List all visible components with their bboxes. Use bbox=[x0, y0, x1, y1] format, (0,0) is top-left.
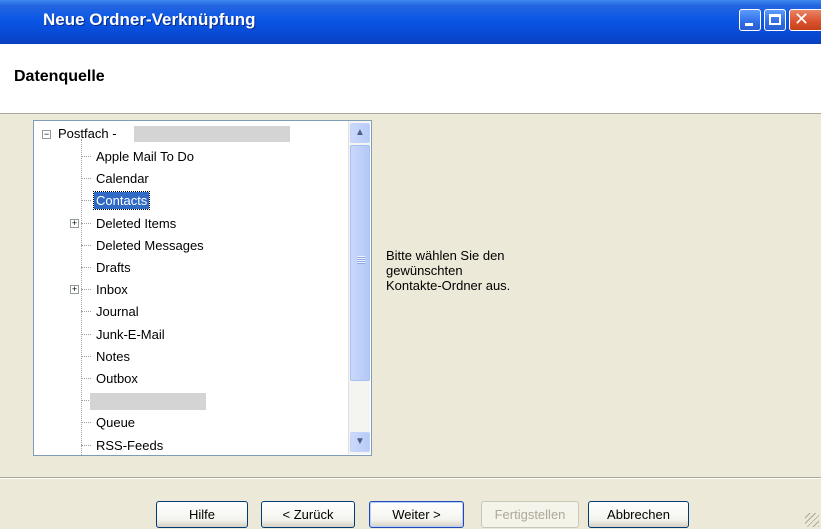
tree-branch-line bbox=[81, 200, 91, 202]
instruction-line: gewünschten bbox=[386, 263, 463, 278]
tree-item[interactable]: Queue bbox=[34, 412, 346, 434]
tree-item-label: Calendar bbox=[96, 171, 149, 187]
tree-branch-line bbox=[81, 178, 91, 180]
next-button[interactable]: Weiter > bbox=[369, 501, 464, 528]
instruction-line: Bitte wählen Sie den bbox=[386, 248, 505, 263]
tree-root-label: Postfach - bbox=[58, 126, 117, 141]
tree-item[interactable] bbox=[34, 390, 346, 412]
expand-icon[interactable]: + bbox=[70, 218, 79, 228]
close-icon: ✕ bbox=[794, 9, 810, 29]
minimize-icon bbox=[745, 23, 753, 26]
tree-item-label: Apple Mail To Do bbox=[96, 149, 195, 164]
tree-branch-line bbox=[81, 289, 91, 291]
tree-item[interactable]: RSS-Feeds bbox=[34, 435, 346, 455]
grip-icon bbox=[357, 256, 365, 264]
resize-grip-icon[interactable] bbox=[805, 513, 819, 527]
tree-item[interactable]: Drafts bbox=[34, 257, 346, 279]
tree-scrollbar[interactable]: ▲ ▼ bbox=[348, 121, 370, 454]
scroll-thumb[interactable] bbox=[350, 145, 370, 381]
maximize-icon bbox=[769, 14, 781, 25]
finish-button[interactable]: Fertigstellen bbox=[481, 501, 579, 528]
minimize-button[interactable] bbox=[739, 9, 761, 31]
tree-branch-line bbox=[81, 244, 91, 246]
tree-item-label: Inbox bbox=[96, 282, 128, 298]
tree-item-label: Contacts bbox=[92, 191, 151, 211]
tree-branch-line bbox=[81, 222, 91, 224]
tree-item[interactable]: Outbox bbox=[34, 368, 346, 390]
scroll-down-button[interactable]: ▼ bbox=[350, 432, 370, 452]
arrow-down-icon: ▼ bbox=[355, 436, 365, 447]
footer-divider bbox=[0, 477, 821, 479]
tree-item[interactable]: + Inbox bbox=[34, 279, 346, 301]
tree-branch-line bbox=[81, 444, 91, 446]
tree-branch-line bbox=[81, 422, 91, 424]
wizard-header: Datenquelle bbox=[0, 44, 821, 114]
redacted-account-name bbox=[134, 126, 290, 142]
collapse-icon[interactable]: − bbox=[42, 130, 51, 139]
cancel-button[interactable]: Abbrechen bbox=[588, 501, 689, 528]
folder-tree[interactable]: − Postfach - Apple Mail To Do Calendar Con… bbox=[33, 120, 372, 456]
tree-branch-line bbox=[81, 355, 91, 357]
instruction-text: Bitte wählen Sie den gewünschten Kontakt… bbox=[386, 248, 606, 293]
tree-item-label: Deleted Messages bbox=[96, 237, 204, 253]
dialog-window: Neue Ordner-Verknüpfung ✕ Datenquelle − … bbox=[0, 0, 821, 529]
tree-item-label: Journal bbox=[96, 304, 139, 320]
tree-branch-line bbox=[81, 378, 91, 379]
expand-icon[interactable]: + bbox=[70, 285, 79, 295]
tree-item-label: RSS-Feeds bbox=[96, 437, 164, 453]
tree-item-label: Outbox bbox=[96, 371, 138, 386]
arrow-up-icon: ▲ bbox=[355, 127, 365, 138]
tree-branch-line bbox=[81, 267, 91, 268]
tree-item[interactable]: Notes bbox=[34, 346, 346, 368]
tree-branch-line bbox=[81, 333, 91, 335]
tree-item[interactable]: Apple Mail To Do bbox=[34, 146, 346, 168]
scroll-up-button[interactable]: ▲ bbox=[350, 123, 370, 143]
tree-item[interactable]: Junk-E-Mail bbox=[34, 324, 346, 346]
tree-item-label: Drafts bbox=[96, 260, 131, 275]
close-button[interactable]: ✕ bbox=[789, 9, 821, 31]
tree-root[interactable]: − Postfach - bbox=[34, 123, 354, 145]
tree-branch-line bbox=[81, 156, 91, 157]
tree-item[interactable]: Journal bbox=[34, 301, 346, 323]
back-button[interactable]: < Zurück bbox=[261, 501, 355, 528]
tree-item-label: Junk-E-Mail bbox=[96, 326, 165, 342]
maximize-button[interactable] bbox=[764, 9, 786, 31]
tree-item-label: Deleted Items bbox=[96, 215, 177, 231]
window-title: Neue Ordner-Verknüpfung bbox=[43, 10, 256, 29]
tree-item-label: Notes bbox=[96, 348, 130, 364]
instruction-line: Kontakte-Ordner aus. bbox=[386, 278, 511, 293]
redacted-folder-name bbox=[90, 393, 206, 411]
tree-item[interactable]: + Deleted Items bbox=[34, 213, 346, 235]
tree-item[interactable]: Deleted Messages bbox=[34, 235, 346, 257]
page-title: Datenquelle bbox=[14, 68, 105, 85]
tree-branch-line bbox=[81, 311, 91, 313]
title-bar[interactable]: Neue Ordner-Verknüpfung ✕ bbox=[0, 0, 821, 44]
tree-item[interactable]: Contacts bbox=[34, 190, 346, 212]
tree-item[interactable]: Calendar bbox=[34, 168, 346, 190]
tree-item-label: Queue bbox=[96, 415, 136, 431]
help-button[interactable]: Hilfe bbox=[156, 501, 248, 528]
